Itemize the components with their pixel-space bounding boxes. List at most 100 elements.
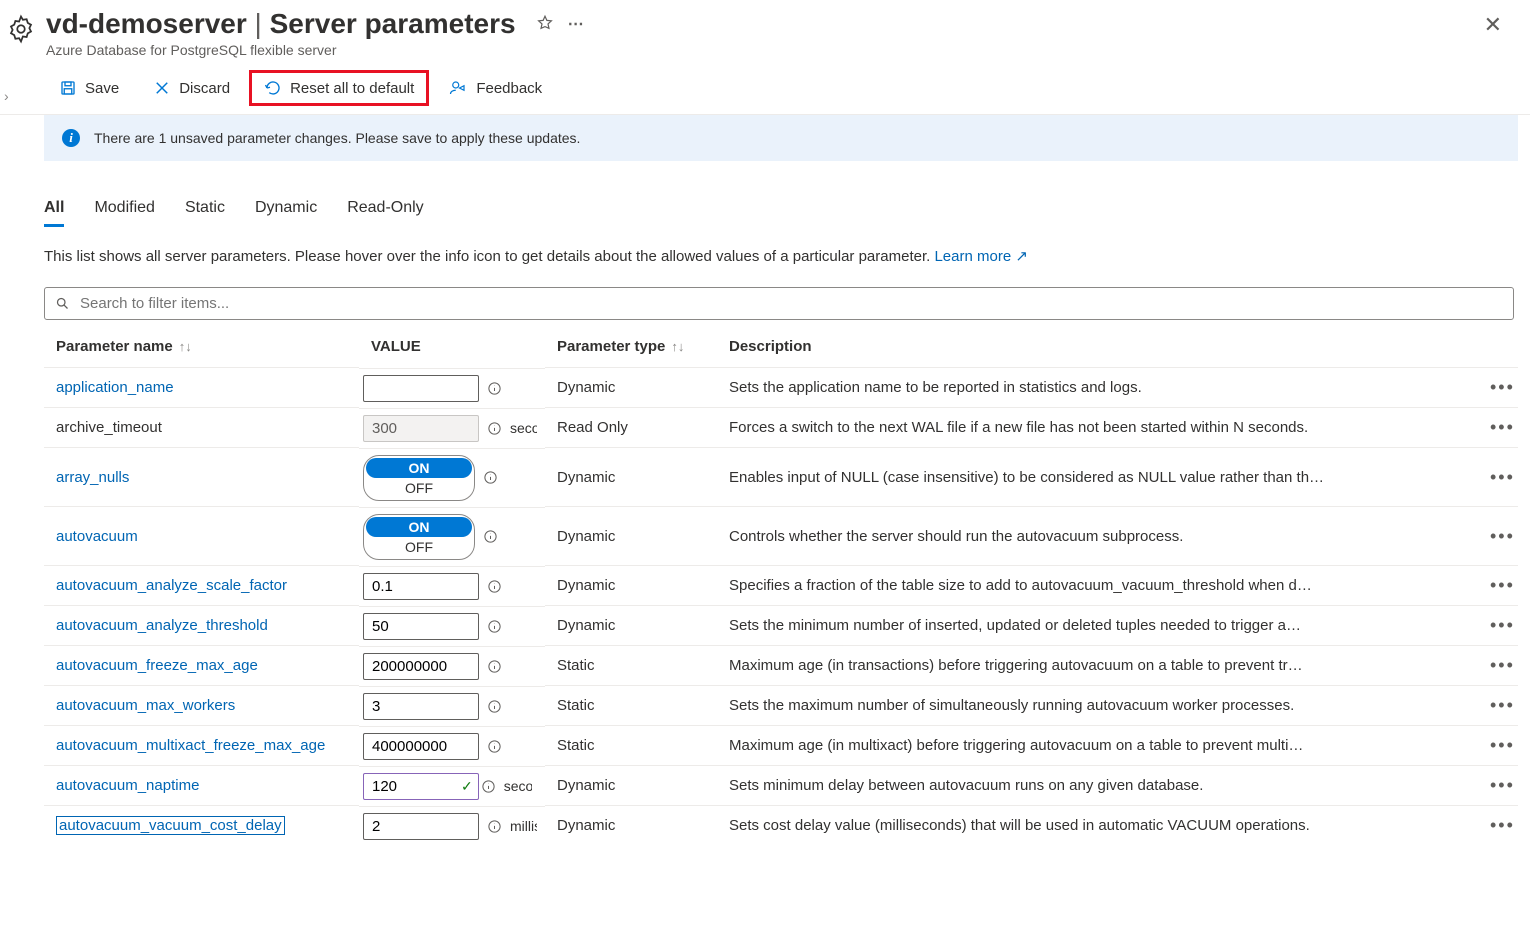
param-type: Static (545, 646, 717, 686)
page-subtitle: Azure Database for PostgreSQL flexible s… (46, 42, 1476, 58)
table-row: application_name DynamicSets the applicat… (44, 368, 1518, 408)
undo-icon (264, 79, 282, 97)
table-row: autovacuum_freeze_max_age StaticMaximum a… (44, 646, 1518, 686)
row-actions[interactable]: ••• (1478, 686, 1518, 726)
param-link[interactable]: autovacuum_analyze_threshold (56, 617, 268, 634)
value-input (363, 415, 479, 442)
param-description: Maximum age (in multixact) before trigge… (717, 726, 1478, 766)
row-actions[interactable]: ••• (1478, 368, 1518, 408)
row-actions[interactable]: ••• (1478, 566, 1518, 606)
value-input[interactable] (363, 733, 479, 760)
param-description: Enables input of NULL (case insensitive)… (717, 448, 1478, 507)
tab-all[interactable]: All (44, 195, 64, 227)
search-icon (55, 296, 70, 311)
search-box[interactable] (44, 287, 1514, 320)
param-link[interactable]: autovacuum_analyze_scale_factor (56, 577, 287, 594)
value-input[interactable] (363, 573, 479, 600)
close-icon[interactable]: ✕ (1476, 8, 1510, 42)
table-row: archive_timeoutsecondsRead OnlyForces a … (44, 408, 1518, 448)
table-row: autovacuumONOFFDynamicControls whether t… (44, 507, 1518, 566)
learn-more-link[interactable]: Learn more ↗ (934, 248, 1027, 265)
reset-all-button[interactable]: Reset all to default (249, 70, 429, 106)
toggle[interactable]: ONOFF (363, 514, 475, 560)
param-description: Specifies a fraction of the table size t… (717, 566, 1478, 606)
param-description: Forces a switch to the next WAL file if … (717, 408, 1478, 448)
param-type: Dynamic (545, 566, 717, 606)
info-icon[interactable] (481, 779, 496, 794)
table-row: autovacuum_vacuum_cost_delay milliseconds… (44, 806, 1518, 846)
unit-label: seconds (510, 420, 537, 436)
info-icon[interactable] (487, 659, 502, 674)
row-actions[interactable]: ••• (1478, 408, 1518, 448)
info-icon[interactable] (487, 619, 502, 634)
param-description: Sets minimum delay between autovacuum ru… (717, 766, 1478, 806)
col-description[interactable]: Description (717, 326, 1478, 368)
param-type: Dynamic (545, 507, 717, 566)
value-input[interactable] (363, 693, 479, 720)
check-icon: ✓ (461, 778, 473, 795)
param-description: Sets the minimum number of inserted, upd… (717, 606, 1478, 646)
info-bar-text: There are 1 unsaved parameter changes. P… (94, 130, 580, 146)
gear-icon (6, 14, 36, 44)
param-link[interactable]: autovacuum_freeze_max_age (56, 657, 258, 674)
value-input[interactable] (363, 653, 479, 680)
param-link[interactable]: autovacuum_naptime (56, 777, 199, 794)
table-row: autovacuum_analyze_scale_factor DynamicSp… (44, 566, 1518, 606)
param-type: Dynamic (545, 448, 717, 507)
row-actions[interactable]: ••• (1478, 766, 1518, 806)
feedback-button[interactable]: Feedback (433, 70, 557, 106)
feedback-icon (448, 79, 468, 97)
param-link[interactable]: array_nulls (56, 469, 129, 486)
param-description: Sets the application name to be reported… (717, 368, 1478, 408)
info-icon[interactable] (487, 699, 502, 714)
param-link[interactable]: autovacuum (56, 528, 138, 545)
unit-label: milliseconds (510, 818, 537, 834)
save-icon (59, 79, 77, 97)
tab-modified[interactable]: Modified (94, 195, 154, 227)
table-row: autovacuum_analyze_thresholdDynamicSets … (44, 606, 1518, 646)
row-actions[interactable]: ••• (1478, 806, 1518, 846)
value-input[interactable] (363, 613, 479, 640)
star-icon[interactable] (536, 14, 554, 34)
col-value[interactable]: VALUE (359, 326, 545, 368)
tab-dynamic[interactable]: Dynamic (255, 195, 317, 227)
info-icon[interactable] (483, 470, 498, 485)
value-input[interactable] (363, 813, 479, 840)
info-icon[interactable] (487, 381, 502, 396)
param-description: Maximum age (in transactions) before tri… (717, 646, 1478, 686)
collapse-icon[interactable]: › (0, 86, 13, 106)
search-input[interactable] (78, 294, 1503, 313)
param-type: Read Only (545, 408, 717, 448)
info-icon[interactable] (487, 421, 502, 436)
param-link[interactable]: autovacuum_max_workers (56, 697, 235, 714)
row-actions[interactable]: ••• (1478, 507, 1518, 566)
row-actions[interactable]: ••• (1478, 646, 1518, 686)
info-icon[interactable] (483, 529, 498, 544)
external-link-icon: ↗ (1015, 248, 1028, 265)
param-type: Dynamic (545, 368, 717, 408)
param-link[interactable]: autovacuum_multixact_freeze_max_age (56, 737, 325, 754)
toggle[interactable]: ONOFF (363, 455, 475, 501)
info-icon[interactable] (487, 579, 502, 594)
col-parameter-type[interactable]: Parameter type↑↓ (545, 326, 717, 368)
param-link[interactable]: autovacuum_vacuum_cost_delay (56, 816, 285, 835)
ellipsis-icon[interactable]: ⋯ (568, 14, 584, 34)
param-link[interactable]: application_name (56, 379, 174, 396)
param-description: Sets cost delay value (milliseconds) tha… (717, 806, 1478, 846)
info-bar: i There are 1 unsaved parameter changes.… (44, 115, 1518, 161)
row-actions[interactable]: ••• (1478, 606, 1518, 646)
info-icon[interactable] (487, 819, 502, 834)
row-actions[interactable]: ••• (1478, 448, 1518, 507)
col-parameter-name[interactable]: Parameter name↑↓ (44, 326, 359, 368)
tab-read-only[interactable]: Read-Only (347, 195, 423, 227)
table-row: autovacuum_multixact_freeze_max_ageStati… (44, 726, 1518, 766)
save-button[interactable]: Save (44, 70, 134, 106)
page-title: vd-demoserver | Server parameters ⋯ (46, 8, 1476, 40)
param-description: Sets the maximum number of simultaneousl… (717, 686, 1478, 726)
row-actions[interactable]: ••• (1478, 726, 1518, 766)
unit-label: seconds (504, 778, 532, 794)
info-icon[interactable] (487, 739, 502, 754)
discard-button[interactable]: Discard (138, 70, 245, 106)
tab-static[interactable]: Static (185, 195, 225, 227)
value-input[interactable] (363, 375, 479, 402)
